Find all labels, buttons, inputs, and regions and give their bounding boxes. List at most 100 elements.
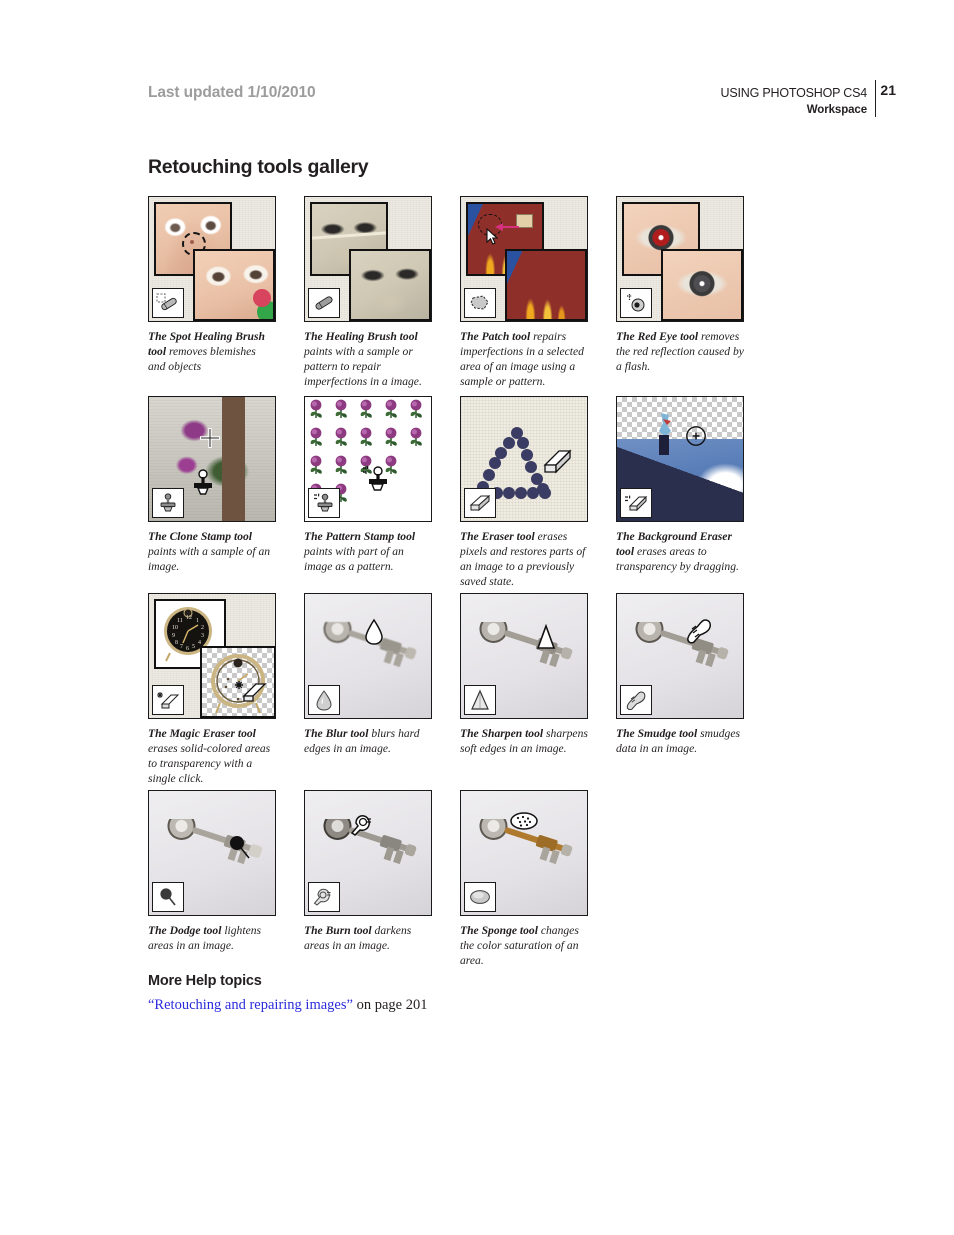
thumbnail-clone-stamp	[148, 396, 276, 522]
thumbnail-smudge	[616, 593, 744, 719]
photo-after	[349, 249, 431, 321]
burn-hand-cursor-icon	[350, 815, 371, 836]
caption: The Pattern Stamp tool paints with part …	[304, 529, 432, 574]
tool-description: paints with a sample of an image.	[148, 545, 271, 574]
caption: The Clone Stamp tool paints with a sampl…	[148, 529, 276, 574]
caption: The Sponge tool changes the color satura…	[460, 923, 588, 968]
tool-name: The Smudge tool	[616, 727, 698, 740]
caption: The Blur tool blurs hard edges in an ima…	[304, 726, 432, 756]
caption: The Patch tool repairs imperfections in …	[460, 329, 588, 389]
scratch-line	[312, 231, 386, 240]
svg-text:5: 5	[192, 644, 195, 650]
antique-key-photo	[323, 819, 417, 865]
tool-description: erases areas to transparency by dragging…	[616, 545, 739, 574]
page-title: Retouching tools gallery	[148, 156, 369, 178]
tool-name: The Clone Stamp tool	[148, 530, 253, 543]
patch-icon	[464, 288, 496, 318]
more-help-topics-title: More Help topics	[148, 973, 262, 989]
svg-text:11: 11	[177, 618, 183, 624]
more-help-topics-entry: “Retouching and repairing images” on pag…	[148, 997, 427, 1014]
tool-name: The Magic Eraser tool	[148, 727, 256, 740]
healing-brush-icon	[308, 288, 340, 318]
antique-key-photo	[635, 622, 729, 668]
svg-text:10: 10	[172, 625, 178, 631]
eraser-cursor-icon	[543, 449, 572, 474]
gallery-cell-pattern-stamp: The Pattern Stamp tool paints with part …	[304, 396, 432, 574]
antique-key-photo	[479, 622, 573, 668]
tool-name: The Burn tool	[304, 924, 372, 937]
gallery-cell-patch: The Patch tool repairs imperfections in …	[460, 196, 588, 389]
thumbnail-burn	[304, 790, 432, 916]
gallery-cell-blur: The Blur tool blurs hard edges in an ima…	[304, 593, 432, 756]
thumbnail-sponge	[460, 790, 588, 916]
svg-text:9: 9	[172, 633, 175, 639]
thumbnail-blur	[304, 593, 432, 719]
blemish-spot	[190, 240, 194, 244]
cross-reference-page: on page 201	[352, 997, 428, 1013]
tool-name: The Sponge tool	[460, 924, 538, 937]
crosshair-cursor-icon	[200, 428, 220, 448]
mouse-pointer-icon	[486, 228, 499, 245]
gallery-cell-magic-eraser: 12 1 2 345 678 9 10 11 The Magic Eraser …	[148, 593, 276, 786]
magic-eraser-icon	[152, 685, 184, 715]
gallery-cell-healing-brush: The Healing Brush tool paints with a sam…	[304, 196, 432, 389]
dodge-icon	[152, 882, 184, 912]
clone-stamp-icon	[152, 488, 184, 518]
green-ball	[257, 301, 273, 319]
clone-stamp-cursor-icon	[194, 469, 212, 495]
thumbnail-dodge	[148, 790, 276, 916]
thumbnail-magic-eraser: 12 1 2 345 678 9 10 11	[148, 593, 276, 719]
gallery-cell-background-eraser: The Background Eraser tool erases areas …	[616, 396, 744, 574]
last-updated-text: Last updated 1/10/2010	[148, 84, 316, 101]
caption: The Healing Brush tool paints with a sam…	[304, 329, 432, 389]
eraser-icon	[464, 488, 496, 518]
thumbnail-red-eye	[616, 196, 744, 322]
burn-hand-icon	[308, 882, 340, 912]
svg-text:1: 1	[196, 618, 199, 624]
patch-selection	[478, 214, 502, 236]
blur-droplet-icon	[308, 685, 340, 715]
caption: The Red Eye tool removes the red reflect…	[616, 329, 744, 374]
photo-after	[193, 249, 275, 321]
thumbnail-sharpen	[460, 593, 588, 719]
caption: The Dodge tool lightens areas in an imag…	[148, 923, 276, 953]
caption: The Sharpen tool sharpens soft edges in …	[460, 726, 588, 756]
photo-after	[661, 249, 743, 321]
svg-text:12: 12	[186, 615, 192, 621]
page-header: Last updated 1/10/2010 USING PHOTOSHOP C…	[0, 0, 954, 130]
section-name: Workspace	[806, 104, 867, 117]
pattern-stamp-icon	[308, 488, 340, 518]
gallery-cell-eraser: The Eraser tool erases pixels and restor…	[460, 396, 588, 589]
gallery-cell-spot-healing-brush: The Spot Healing Brush tool removes blem…	[148, 196, 276, 374]
tool-name: The Healing Brush tool	[304, 330, 418, 343]
background-eraser-icon	[620, 488, 652, 518]
red-eye-icon	[620, 288, 652, 318]
caption: The Spot Healing Brush tool removes blem…	[148, 329, 276, 374]
antique-key-photo	[167, 819, 263, 865]
drag-arrow-icon	[495, 223, 519, 231]
gallery-cell-sharpen: The Sharpen tool sharpens soft edges in …	[460, 593, 588, 756]
spot-healing-brush-icon	[152, 288, 184, 318]
tool-description: paints with part of an image as a patter…	[304, 545, 404, 574]
pattern-stamp-cursor-icon	[363, 466, 387, 491]
gallery-cell-burn: The Burn tool darkens areas in an image.	[304, 790, 432, 953]
header-divider	[875, 80, 876, 117]
alarm-clock-erased-face	[211, 654, 265, 714]
dodge-cursor-icon	[230, 836, 250, 859]
thumbnail-patch	[460, 196, 588, 322]
gallery-cell-smudge: The Smudge tool smudges data in an image…	[616, 593, 744, 756]
tool-description: erases solid-colored areas to transparen…	[148, 742, 271, 786]
document-title: USING PHOTOSHOP CS4	[720, 86, 868, 100]
blur-droplet-cursor-icon	[365, 618, 383, 645]
svg-text:3: 3	[201, 633, 204, 639]
cross-reference-link[interactable]: “Retouching and repairing images”	[148, 997, 353, 1013]
tool-name: The Red Eye tool	[616, 330, 699, 343]
tool-name: The Blur tool	[304, 727, 369, 740]
magic-eraser-cursor-icon	[235, 681, 267, 702]
gallery-cell-clone-stamp: The Clone Stamp tool paints with a sampl…	[148, 396, 276, 574]
tool-description: paints with a sample or pattern to repai…	[304, 345, 422, 389]
svg-text:6: 6	[186, 646, 189, 652]
svg-text:7: 7	[180, 644, 183, 650]
gallery-row: The Clone Stamp tool paints with a sampl…	[148, 396, 758, 593]
tool-name: The Pattern Stamp tool	[304, 530, 416, 543]
